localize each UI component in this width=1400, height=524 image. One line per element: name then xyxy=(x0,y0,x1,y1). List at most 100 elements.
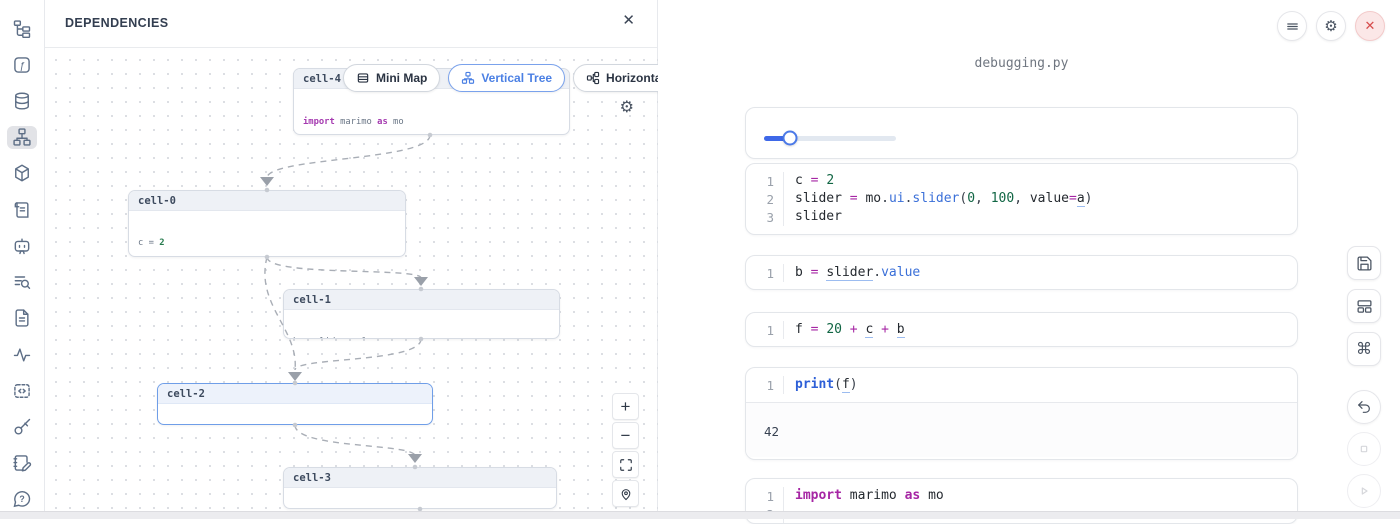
play-icon xyxy=(1356,483,1372,499)
sidebar-item-scroll[interactable] xyxy=(7,198,37,221)
dependencies-title: DEPENDENCIES xyxy=(65,16,168,30)
menu-button[interactable] xyxy=(1277,11,1307,41)
code-line[interactable]: slider = mo.ui.slider(0, 100, value=a) xyxy=(783,190,1297,208)
sidebar-item-help[interactable]: ? xyxy=(7,488,37,511)
sidebar-item-dependency-graph[interactable] xyxy=(7,126,37,149)
code-cell-b[interactable]: 1b = slider.value xyxy=(745,255,1298,290)
zoom-in-button[interactable]: + xyxy=(612,393,639,420)
undo-icon xyxy=(1356,399,1372,415)
sidebar-item-database[interactable] xyxy=(7,89,37,112)
stop-icon xyxy=(1356,441,1372,457)
line-number: 1 xyxy=(746,323,783,338)
dependency-graph-icon xyxy=(12,127,32,147)
sidebar-item-code-snippet[interactable] xyxy=(7,379,37,402)
code-line[interactable]: import marimo as mo xyxy=(783,487,1297,505)
sidebar-item-secrets[interactable] xyxy=(7,415,37,438)
list-search-icon xyxy=(12,272,32,292)
settings-button[interactable]: ⚙ xyxy=(1316,11,1346,41)
save-icon xyxy=(1356,255,1373,272)
icon-sidebar: ƒ ? xyxy=(0,0,45,511)
gear-icon: ⚙ xyxy=(1324,19,1337,34)
fit-view-button[interactable] xyxy=(612,451,639,478)
graph-node-cell-3[interactable]: cell-3 print(f) xyxy=(283,467,557,509)
line-number: 1 xyxy=(746,378,783,393)
location-pin-icon xyxy=(619,487,633,501)
undo-button[interactable] xyxy=(1347,390,1381,424)
vertical-tree-button[interactable]: Vertical Tree xyxy=(448,64,565,92)
close-x-icon: ✕ xyxy=(1365,18,1376,34)
line-number: 1 xyxy=(746,266,783,281)
sidebar-item-search-logs[interactable] xyxy=(7,271,37,294)
vertical-tree-label: Vertical Tree xyxy=(481,71,552,85)
line-number: 2 xyxy=(746,192,783,207)
notebook-area: ⚙ ✕ debugging.py 1c = 2 2slider = mo.ui.… xyxy=(659,0,1400,511)
notebook-action-buttons: ⌘ xyxy=(1347,246,1381,516)
sidebar-item-activity[interactable] xyxy=(7,343,37,366)
line-number: 3 xyxy=(746,210,783,225)
dependency-graph-canvas[interactable]: cell-4 import marimo as mo a = 20 cell-0… xyxy=(45,47,658,511)
command-icon: ⌘ xyxy=(1356,341,1372,357)
code-line[interactable]: slider xyxy=(783,208,1297,226)
graph-zoom-controls: + − xyxy=(612,393,639,507)
horizontal-tree-icon xyxy=(586,71,600,85)
layout-panels-icon xyxy=(1356,298,1373,315)
stop-button[interactable] xyxy=(1347,432,1381,466)
code-line[interactable]: print(f) xyxy=(783,376,1297,394)
node-title: cell-1 xyxy=(284,290,559,310)
sidebar-item-function[interactable]: ƒ xyxy=(7,53,37,76)
graph-node-cell-1[interactable]: cell-1 b = slider.value xyxy=(283,289,560,339)
slider-thumb[interactable] xyxy=(783,131,798,146)
fit-view-icon xyxy=(619,458,633,472)
chat-bot-icon xyxy=(12,236,32,256)
code-cell-slider[interactable]: 1c = 2 2slider = mo.ui.slider(0, 100, va… xyxy=(745,163,1298,235)
file-tree-icon xyxy=(12,19,32,39)
node-code-line: c = 2 xyxy=(138,238,396,249)
slider-widget[interactable] xyxy=(764,130,896,146)
cell-output: 42 xyxy=(746,402,1297,457)
database-icon xyxy=(12,91,32,111)
hamburger-menu-icon xyxy=(1285,19,1300,34)
save-button[interactable] xyxy=(1347,246,1381,280)
node-code-line: import marimo as mo xyxy=(303,117,560,128)
code-cell-f[interactable]: 1f = 20 + c + b xyxy=(745,312,1298,347)
help-chat-icon: ? xyxy=(12,489,32,509)
svg-text:ƒ: ƒ xyxy=(19,61,25,72)
sidebar-item-package[interactable] xyxy=(7,162,37,185)
vertical-tree-icon xyxy=(461,71,475,85)
graph-node-cell-0[interactable]: cell-0 c = 2 slider = mo.ui.slider(0, 10… xyxy=(128,190,406,257)
node-title: cell-2 xyxy=(158,384,432,404)
code-line[interactable]: c = 2 xyxy=(783,172,1297,190)
code-line[interactable]: b = slider.value xyxy=(783,264,1297,282)
keyboard-shortcuts-button[interactable]: ⌘ xyxy=(1347,332,1381,366)
slider-output-cell xyxy=(745,107,1298,159)
mini-map-label: Mini Map xyxy=(376,71,427,85)
shutdown-button[interactable]: ✕ xyxy=(1355,11,1385,41)
svg-text:?: ? xyxy=(19,494,24,504)
sidebar-item-document[interactable] xyxy=(7,307,37,330)
sidebar-item-chat-bot[interactable] xyxy=(7,234,37,257)
code-cell-print[interactable]: 1print(f) 42 xyxy=(745,367,1298,460)
code-line[interactable]: f = 20 + c + b xyxy=(783,321,1297,339)
horizontal-tree-button[interactable]: Horizontal Tree xyxy=(573,64,658,92)
graph-settings-gear-icon[interactable]: ⚙ xyxy=(620,99,634,115)
zoom-out-button[interactable]: − xyxy=(612,422,639,449)
close-panel-icon[interactable]: ✕ xyxy=(622,13,635,28)
graph-node-cell-2[interactable]: cell-2 f = 20 + c + b xyxy=(157,383,433,425)
dependencies-header: DEPENDENCIES ✕ xyxy=(45,0,657,48)
mini-map-icon xyxy=(356,71,370,85)
notebook-filename: debugging.py xyxy=(745,56,1298,71)
run-button[interactable] xyxy=(1347,474,1381,508)
mini-map-button[interactable]: Mini Map xyxy=(343,64,440,92)
sidebar-item-scratchpad[interactable] xyxy=(7,452,37,475)
dependencies-panel: DEPENDENCIES ✕ cell-4 import marimo as m… xyxy=(45,0,658,511)
sidebar-item-file-tree[interactable] xyxy=(7,17,37,40)
notebook-pen-icon xyxy=(12,453,32,473)
line-number: 1 xyxy=(746,174,783,189)
node-title: cell-0 xyxy=(129,191,405,211)
layout-button[interactable] xyxy=(1347,289,1381,323)
activity-icon xyxy=(12,345,32,365)
node-code-line: b = slider.value xyxy=(293,337,550,339)
locate-node-button[interactable] xyxy=(612,480,639,507)
notebook-topbar: ⚙ ✕ xyxy=(1277,11,1385,41)
function-icon: ƒ xyxy=(12,55,32,75)
